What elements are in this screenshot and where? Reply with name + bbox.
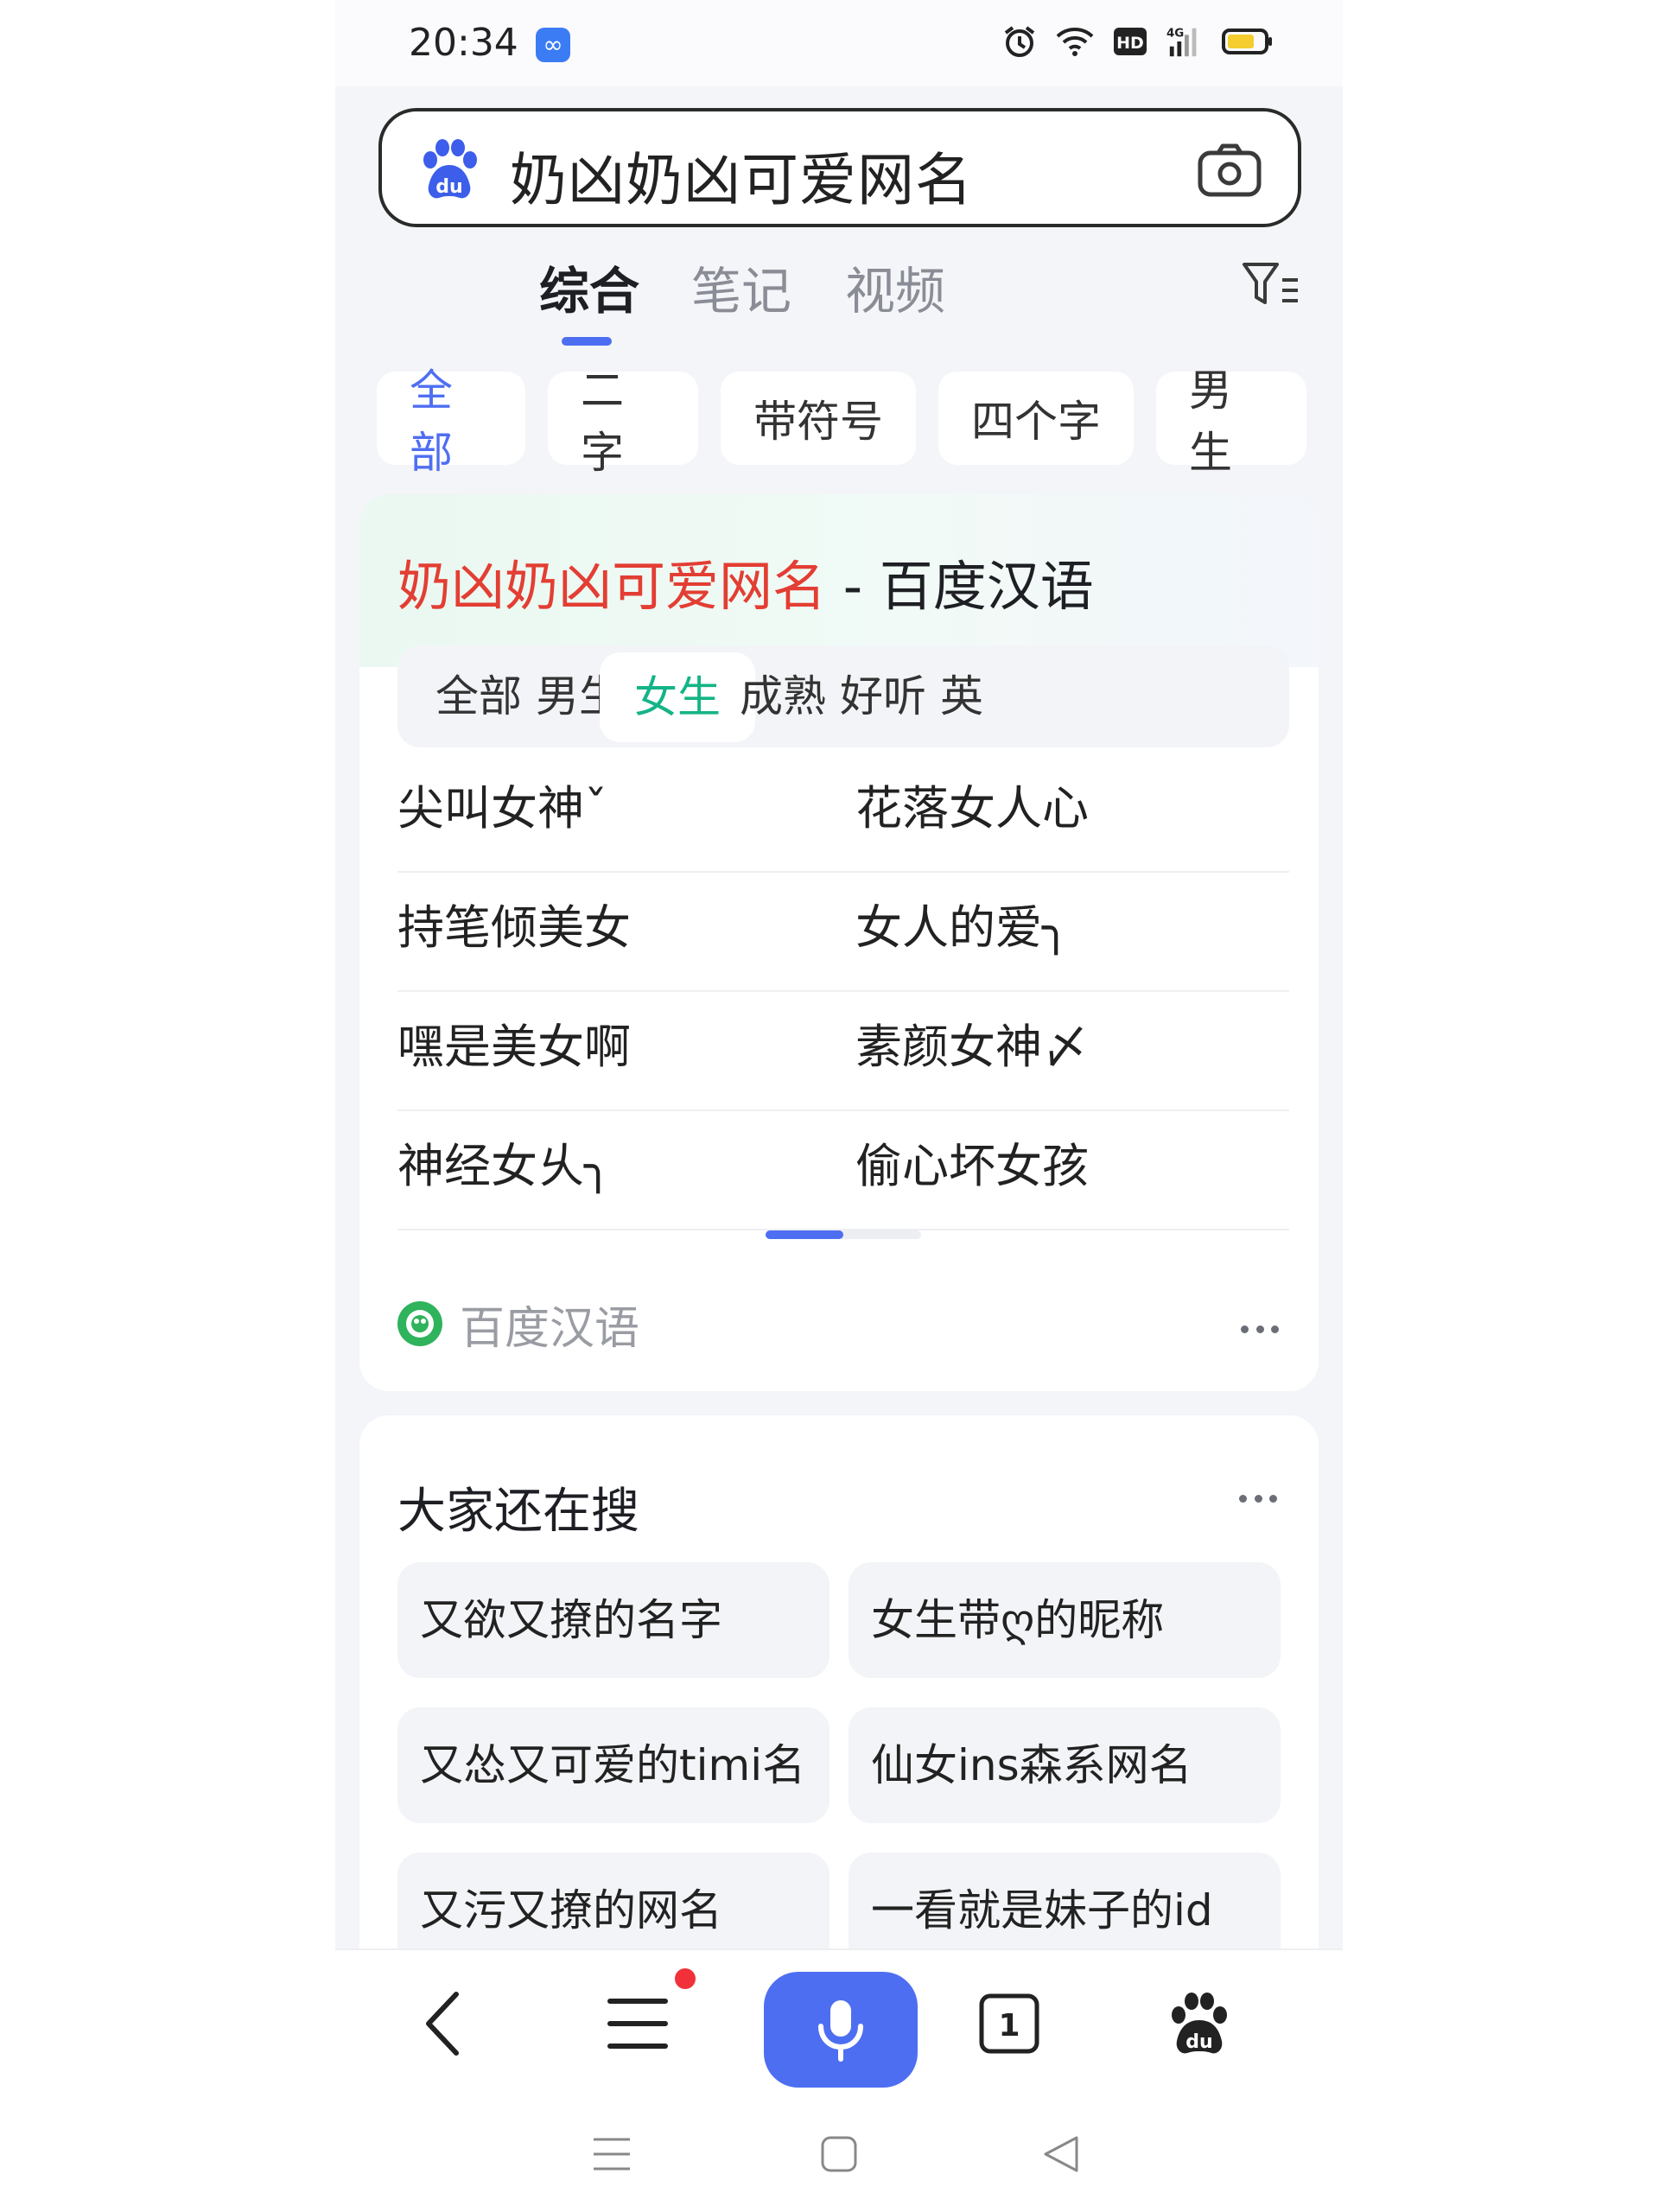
name-item[interactable]: 嘿是美女啊 (397, 992, 631, 1111)
name-item[interactable]: 素颜女神〆 (855, 992, 1089, 1111)
chip-four-characters[interactable]: 四个字 (938, 372, 1134, 465)
result-title[interactable]: 奶凶奶凶可爱网名 - 百度汉语 (397, 543, 1094, 620)
battery-icon (1222, 22, 1274, 60)
subtab-female[interactable]: 女生 (600, 652, 755, 742)
notification-dot (675, 1968, 696, 1989)
subtab-all[interactable]: 全部 (435, 645, 522, 747)
filter-chips: 全部 二字 带符号 四个字 男生 (377, 365, 1306, 478)
recent-apps-button[interactable] (560, 2095, 664, 2212)
tab-videos[interactable]: 视频 (845, 251, 945, 323)
active-tab-indicator (562, 337, 612, 346)
svg-text:4G: 4G (1166, 27, 1184, 40)
infinity-icon: ∞ (536, 28, 570, 62)
back-button[interactable] (396, 1950, 491, 2097)
name-item[interactable]: 尖叫女神ˇ (397, 753, 607, 873)
home-button[interactable] (787, 2095, 891, 2212)
system-back-button[interactable] (1009, 2095, 1113, 2212)
system-navigation-bar (335, 2095, 1343, 2212)
svg-text:du: du (1185, 2031, 1212, 2053)
name-item[interactable]: 花落女人心 (855, 753, 1089, 873)
chip-all[interactable]: 全部 (377, 365, 525, 478)
search-query-text[interactable]: 奶凶奶凶可爱网名 (510, 134, 973, 217)
hd-icon: HD (1111, 22, 1149, 60)
also-searched-card: 大家还在搜 又欲又撩的名字 女生带ღ的昵称 又怂又可爱的timi名 仙女ins森… (359, 1415, 1319, 2020)
status-icons: HD 4G (1001, 22, 1274, 60)
voice-search-button[interactable] (764, 1972, 918, 2088)
chip-with-symbols[interactable]: 带符号 (721, 372, 916, 465)
svg-text:HD: HD (1116, 34, 1144, 53)
back-icon (426, 1992, 459, 2056)
wifi-icon (1056, 22, 1094, 60)
svg-text:du: du (435, 176, 462, 198)
name-item[interactable]: 持笔倾美女 (397, 873, 631, 992)
name-row: 神经女乆╮ 偷心坏女孩 (397, 1111, 1289, 1230)
category-subtabs: 全部 男生 女生 成熟 好听 英 (397, 645, 1289, 747)
main-tabs: 综合 笔记 视频 (335, 251, 1343, 346)
menu-button[interactable] (586, 1950, 690, 2097)
name-row: 尖叫女神ˇ 花落女人心 (397, 753, 1289, 873)
baidu-hanyu-logo-icon (397, 1301, 442, 1346)
baidu-logo-icon: du (423, 139, 477, 199)
subtab-pleasant[interactable]: 好听 (840, 645, 926, 747)
more-dots-icon[interactable] (1241, 1324, 1279, 1334)
tab-all[interactable]: 综合 (539, 251, 639, 323)
result-card: 奶凶奶凶可爱网名 - 百度汉语 全部 男生 女生 成熟 好听 英 尖叫女神ˇ 花… (359, 494, 1319, 1391)
alarm-icon (1001, 22, 1039, 60)
svg-text:1: 1 (998, 2008, 1020, 2044)
phone-screen: 20:34 ∞ HD 4G du 奶凶奶凶可爱网名 综合 笔记 视频 全部 二字… (335, 0, 1343, 2212)
filter-icon[interactable] (1241, 259, 1301, 311)
name-list: 尖叫女神ˇ 花落女人心 持笔倾美女 女人的爱╮ 嘿是美女啊 素颜女神〆 神经女乆… (397, 753, 1289, 1230)
tabs-button[interactable]: 1 (957, 1950, 1061, 2097)
more-dots-icon[interactable] (1239, 1493, 1277, 1503)
related-search-item[interactable]: 女生带ღ的昵称 (849, 1562, 1281, 1678)
tab-notes[interactable]: 笔记 (691, 251, 791, 323)
name-row: 嘿是美女啊 素颜女神〆 (397, 992, 1289, 1111)
related-search-item[interactable]: 仙女ins森系网名 (849, 1707, 1281, 1823)
source-label: 百度汉语 (460, 1302, 640, 1355)
menu-icon (607, 1999, 668, 2049)
carousel-scroll-thumb (766, 1230, 843, 1239)
name-item[interactable]: 偷心坏女孩 (855, 1111, 1089, 1230)
name-item[interactable]: 女人的爱╮ (855, 873, 1071, 992)
microphone-icon (818, 2000, 863, 2062)
back-triangle-icon (1044, 2136, 1078, 2171)
related-search-item[interactable]: 又欲又撩的名字 (397, 1562, 830, 1678)
home-icon (821, 2136, 857, 2171)
baidu-home-button[interactable]: du (1147, 1950, 1251, 2097)
baidu-paw-icon: du (1172, 1993, 1227, 2054)
result-title-source: - 百度汉语 (826, 555, 1094, 618)
camera-icon[interactable] (1198, 143, 1262, 198)
4g-signal-icon: 4G (1166, 22, 1205, 60)
subtab-mature[interactable]: 成熟 (740, 645, 826, 747)
result-title-highlight: 奶凶奶凶可爱网名 (397, 555, 827, 618)
name-row: 持笔倾美女 女人的爱╮ (397, 873, 1289, 992)
status-bar: 20:34 ∞ HD 4G (335, 0, 1343, 86)
also-searched-title: 大家还在搜 (397, 1484, 639, 1540)
search-box[interactable]: du 奶凶奶凶可爱网名 (378, 108, 1301, 227)
browser-bottom-bar: 1 du (335, 1948, 1343, 2095)
source-attribution[interactable]: 百度汉语 (397, 1289, 639, 1358)
name-item[interactable]: 神经女乆╮ (397, 1111, 613, 1230)
chip-two-characters[interactable]: 二字 (548, 365, 698, 478)
recent-apps-icon (594, 2138, 630, 2170)
status-time: 20:34 (409, 21, 518, 65)
related-search-item[interactable]: 又怂又可爱的timi名 (397, 1707, 830, 1823)
chip-male[interactable]: 男生 (1156, 365, 1306, 478)
tabs-icon: 1 (979, 1993, 1039, 2054)
subtab-english[interactable]: 英 (940, 645, 983, 747)
